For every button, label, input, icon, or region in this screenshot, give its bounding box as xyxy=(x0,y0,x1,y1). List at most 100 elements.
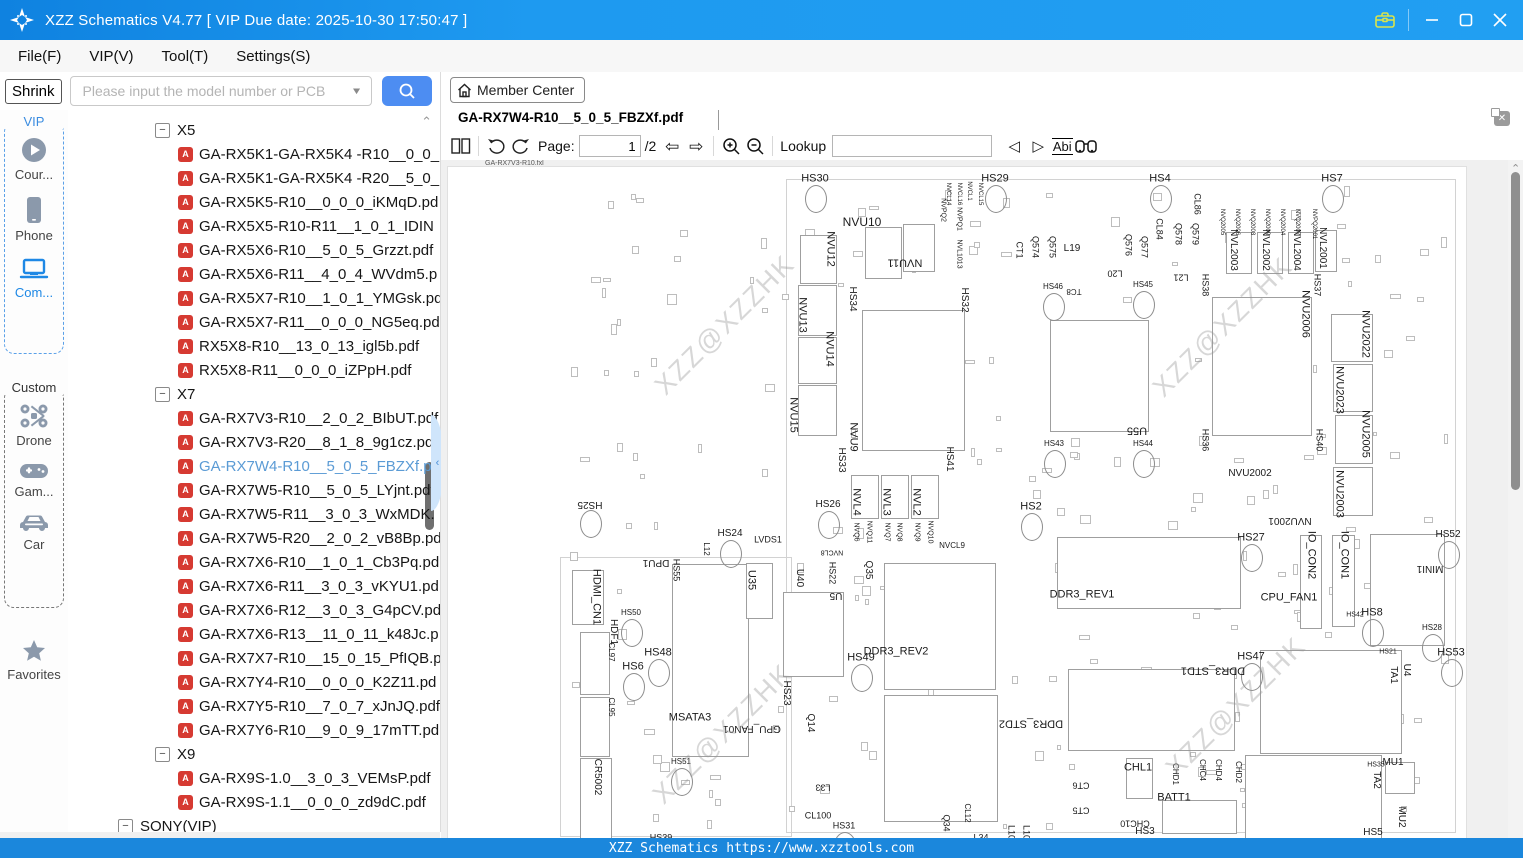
pdf-scrollbar-thumb[interactable] xyxy=(1511,172,1520,490)
component-label: HS44 xyxy=(1132,439,1154,448)
component-pad xyxy=(1192,493,1203,503)
search-button[interactable] xyxy=(381,76,432,106)
tree-file-item[interactable]: A GA-RX5X7-R10__1_0_1_YMGsk.pd xyxy=(178,286,440,310)
tree-file-item[interactable]: A GA-RX5X6-R10__5_0_5_Grzzt.pdf xyxy=(178,238,433,262)
tree-file-item[interactable]: A GA-RX5X7-R11__0_0_0_NG5eq.pd xyxy=(178,310,440,334)
two-page-view-icon[interactable] xyxy=(449,134,473,158)
binoculars-icon[interactable] xyxy=(1074,134,1098,158)
component-pad xyxy=(855,595,860,601)
tree-file-label: GA-RX5K1-GA-RX5K4 -R10__0_0_ xyxy=(199,145,440,163)
tree-file-item[interactable]: A GA-RX7Y6-R10__9_0_9_17mTT.pd xyxy=(178,718,439,742)
menu-tool[interactable]: Tool(T) xyxy=(148,40,223,72)
zoom-in-icon[interactable] xyxy=(719,134,743,158)
tree-file-item[interactable]: A GA-RX7Y4-R10__0_0_0_K2Z11.pd xyxy=(178,670,436,694)
tree-file-item[interactable]: A RX5X8-R10__13_0_13_igl5b.pdf xyxy=(178,334,419,358)
tree-file-item[interactable]: A GA-RX7W5-R20__2_0_2_vB8Bp.pd xyxy=(178,526,440,550)
tree-file-item[interactable]: A GA-RX7X6-R10__1_0_1_Cb3Pq.pd xyxy=(178,550,439,574)
zoom-out-icon[interactable] xyxy=(743,134,767,158)
close-button[interactable] xyxy=(1483,7,1517,33)
document-tab[interactable]: GA-RX7W4-R10__5_0_5_FBZXf.pdf xyxy=(458,110,683,125)
component-label: HS30 xyxy=(801,172,829,185)
tree-file-item[interactable]: A GA-RX7W4-R10__5_0_5_FBZXf.pd xyxy=(178,454,440,478)
tree-file-item[interactable]: A GA-RX7X6-R12__3_0_3_G4pCV.pd xyxy=(178,598,440,622)
component-label: HS26 xyxy=(815,499,841,510)
sidebar-item-phone[interactable]: Phone xyxy=(5,196,63,243)
tree-group-item[interactable]: − SONY(VIP) xyxy=(118,814,217,832)
component-pad xyxy=(1347,281,1352,288)
sidebar-item-gam[interactable]: Gam... xyxy=(5,462,63,499)
tree-file-item[interactable]: A GA-RX7X6-R13__11_0_11_k48Jc.p xyxy=(178,622,439,646)
component-label: CL97 xyxy=(607,642,616,662)
component-label: NVL2003 xyxy=(1228,229,1239,271)
shrink-button[interactable]: Shrink xyxy=(5,78,62,104)
component-label: U5 xyxy=(829,590,843,601)
collapse-minus-icon[interactable]: − xyxy=(155,122,170,138)
member-center-button[interactable]: Member Center xyxy=(450,77,586,103)
collapse-minus-icon[interactable]: − xyxy=(118,818,133,832)
sidebar-item-label: Phone xyxy=(15,228,53,243)
chevron-down-icon[interactable]: ▼ xyxy=(351,85,363,96)
pdf-viewer[interactable]: GA-RX7V3-R10.fxl HS30 HS29 HS4 HS7 NVU10 NVU1… xyxy=(441,160,1523,838)
component-outline xyxy=(798,385,837,436)
tree-file-item[interactable]: A GA-RX5K1-GA-RX5K4 -R20__5_0_ xyxy=(178,166,439,190)
page-number-input[interactable] xyxy=(578,135,641,157)
maximize-button[interactable] xyxy=(1449,7,1483,33)
tree-file-label: GA-RX5X7-R10__1_0_1_YMGsk.pd xyxy=(199,289,440,307)
tree-file-item[interactable]: A RX5X8-R11__0_0_0_iZPpH.pdf xyxy=(178,358,411,382)
component-pad xyxy=(631,246,639,255)
tree-file-item[interactable]: A GA-RX5K5-R10__0_0_0_iKMqD.pd xyxy=(178,190,438,214)
lookup-input[interactable] xyxy=(832,135,993,157)
tree-file-item[interactable]: A GA-RX7W5-R10__5_0_5_LYjnt.pdf xyxy=(178,478,435,502)
menu-file[interactable]: File(F) xyxy=(0,40,75,72)
sidebar-item-cour[interactable]: Cour... xyxy=(5,137,63,182)
menu-vip[interactable]: VIP(V) xyxy=(75,40,147,72)
collapse-minus-icon[interactable]: − xyxy=(155,746,170,762)
tree-file-label: GA-RX7X6-R11__3_0_3_vKYU1.pd xyxy=(199,577,439,595)
toolbox-icon[interactable] xyxy=(1368,7,1402,33)
component-pad xyxy=(602,277,612,283)
tree-file-item[interactable]: A GA-RX7W5-R11__3_0_3_WxMDK. xyxy=(178,502,435,526)
minimize-button[interactable] xyxy=(1415,7,1449,33)
tree-group-item[interactable]: − X7 xyxy=(155,382,195,406)
tree-file-item[interactable]: A GA-RX9S-1.1__0_0_0_zd9dC.pdf xyxy=(178,790,426,814)
component-label: L20 xyxy=(1107,268,1123,279)
prev-page-icon[interactable]: ⇦ xyxy=(660,134,684,158)
close-tab-icon[interactable]: ✕ xyxy=(1491,108,1510,126)
next-page-icon[interactable]: ⇨ xyxy=(684,134,708,158)
tree-file-item[interactable]: A GA-RX5X5-R10-R11__1_0_1_IDIN xyxy=(178,214,434,238)
component-label: HS40 xyxy=(1314,428,1325,452)
tree-file-item[interactable]: A GA-RX7X7-R10__15_0_15_PfIQB.p xyxy=(178,646,440,670)
rotate-right-icon[interactable] xyxy=(508,134,532,158)
sidebar-item-drone[interactable]: Drone xyxy=(5,403,63,448)
tree-file-item[interactable]: A GA-RX9S-1.0__3_0_3_VEMsP.pdf xyxy=(178,766,431,790)
car-icon xyxy=(19,513,49,533)
tree-file-item[interactable]: A GA-RX7Y5-R10__7_0_7_xJnJQ.pdf xyxy=(178,694,440,718)
tree-file-item[interactable]: A GA-RX7V3-R20__8_1_8_9g1cz.pdf xyxy=(178,430,438,454)
titlebar-divider xyxy=(1408,9,1409,31)
tree-file-item[interactable]: A GA-RX5K1-GA-RX5K4 -R10__0_0_ xyxy=(178,142,439,166)
component-pad xyxy=(1122,297,1133,303)
rotate-left-icon[interactable] xyxy=(484,134,508,158)
component-label: NVQ7 xyxy=(883,522,891,542)
collapse-minus-icon[interactable]: − xyxy=(155,386,170,402)
sidebar-item-favorites[interactable]: Favorites xyxy=(0,639,68,682)
sidebar-item-car[interactable]: Car xyxy=(5,513,63,552)
find-next-icon[interactable]: ▷ xyxy=(1026,134,1050,158)
menu-settings[interactable]: Settings(S) xyxy=(222,40,324,72)
tree-file-item[interactable]: A GA-RX7V3-R10__2_0_2_BIbUT.pdf xyxy=(178,406,438,430)
component-label: HS34 xyxy=(847,286,858,312)
tree-group-item[interactable]: − X5 xyxy=(155,118,195,142)
tree-file-item[interactable]: A GA-RX7X6-R11__3_0_3_vKYU1.pd xyxy=(178,574,439,598)
component-label: HS55 xyxy=(671,558,682,582)
match-case-icon[interactable]: Abi xyxy=(1050,134,1074,158)
sidebar-item-com[interactable]: Com... xyxy=(5,257,63,300)
pdf-scrollbar[interactable]: ⌃ xyxy=(1508,160,1523,838)
tree-file-item[interactable]: A GA-RX5X6-R11__4_0_4_WVdm5.p xyxy=(178,262,437,286)
tree-group-item[interactable]: − X9 xyxy=(155,742,195,766)
search-input[interactable] xyxy=(80,82,347,100)
callout-circle xyxy=(621,619,643,647)
tree-scroll-up-icon[interactable]: ⌃ xyxy=(421,114,432,130)
find-prev-icon[interactable]: ◁ xyxy=(1002,134,1026,158)
component-label: Q14 xyxy=(805,713,816,733)
model-search-box[interactable]: ▼ xyxy=(69,76,372,106)
